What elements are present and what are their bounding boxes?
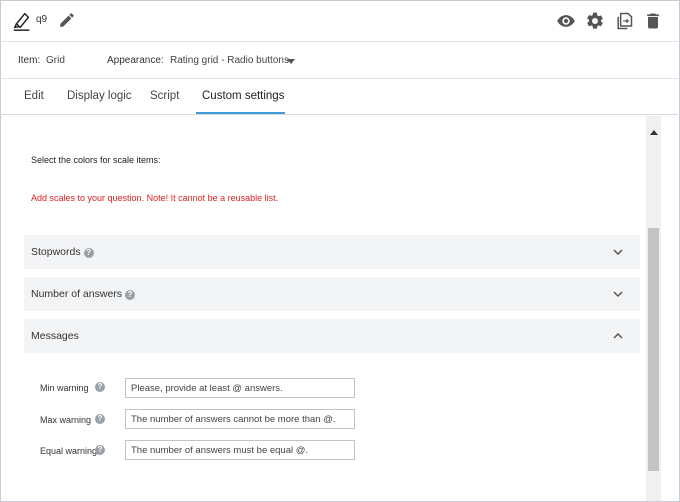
item-label: Item: <box>18 55 41 66</box>
min-warning-label: Min warning <box>40 383 89 393</box>
tab-edit[interactable]: Edit <box>24 90 44 102</box>
help-icon[interactable]: ? <box>124 290 135 300</box>
help-icon[interactable]: ? <box>95 382 105 392</box>
item-bar: Item: Grid Appearance: Rating grid - Rad… <box>0 42 678 79</box>
highlighter-icon <box>13 12 30 31</box>
scroll-up-arrow-icon[interactable] <box>650 130 658 135</box>
appearance-label: Appearance: <box>107 55 164 66</box>
custom-settings-panel: Select the colors for scale items: Add s… <box>0 116 660 501</box>
scales-warning: Add scales to your question. Note! It ca… <box>31 193 279 203</box>
tab-bar: Edit Display logic Script Custom setting… <box>0 79 678 115</box>
item-value: Grid <box>46 55 65 66</box>
chevron-down-icon[interactable] <box>287 59 295 64</box>
help-icon[interactable]: ? <box>83 248 94 258</box>
panel-title: Number of answers ? <box>31 288 135 300</box>
help-icon[interactable]: ? <box>95 445 105 455</box>
question-name: q9 <box>36 14 48 25</box>
scale-colors-heading: Select the colors for scale items: <box>31 155 161 165</box>
equal-warning-input[interactable] <box>125 440 355 460</box>
max-warning-label: Max warning <box>40 415 92 425</box>
panel-title: Stopwords ? <box>31 246 94 258</box>
gear-icon[interactable] <box>585 11 605 31</box>
panel-title: Messages <box>31 330 79 342</box>
appearance-dropdown[interactable]: Rating grid - Radio buttons <box>170 55 289 66</box>
equal-warning-label: Equal warning <box>40 446 98 456</box>
question-toolbar: q9 <box>0 0 678 42</box>
help-icon[interactable]: ? <box>95 414 105 424</box>
scrollbar-thumb[interactable] <box>648 228 659 471</box>
number-of-answers-panel-header[interactable]: Number of answers ? <box>24 277 640 311</box>
trash-icon[interactable] <box>643 11 663 31</box>
eye-icon[interactable] <box>556 11 576 31</box>
tab-script[interactable]: Script <box>150 90 179 102</box>
chevron-down-icon[interactable] <box>612 288 624 300</box>
stopwords-panel-header[interactable]: Stopwords ? <box>24 235 640 269</box>
chevron-up-icon[interactable] <box>612 330 624 342</box>
messages-panel-header[interactable]: Messages <box>24 319 640 353</box>
min-warning-input[interactable] <box>125 378 355 398</box>
max-warning-input[interactable] <box>125 409 355 429</box>
copy-icon[interactable] <box>614 11 634 31</box>
pencil-icon[interactable] <box>58 11 76 29</box>
tab-display-logic[interactable]: Display logic <box>67 90 132 102</box>
tab-custom-settings[interactable]: Custom settings <box>202 90 284 102</box>
active-tab-indicator <box>196 112 285 114</box>
chevron-down-icon[interactable] <box>612 246 624 258</box>
